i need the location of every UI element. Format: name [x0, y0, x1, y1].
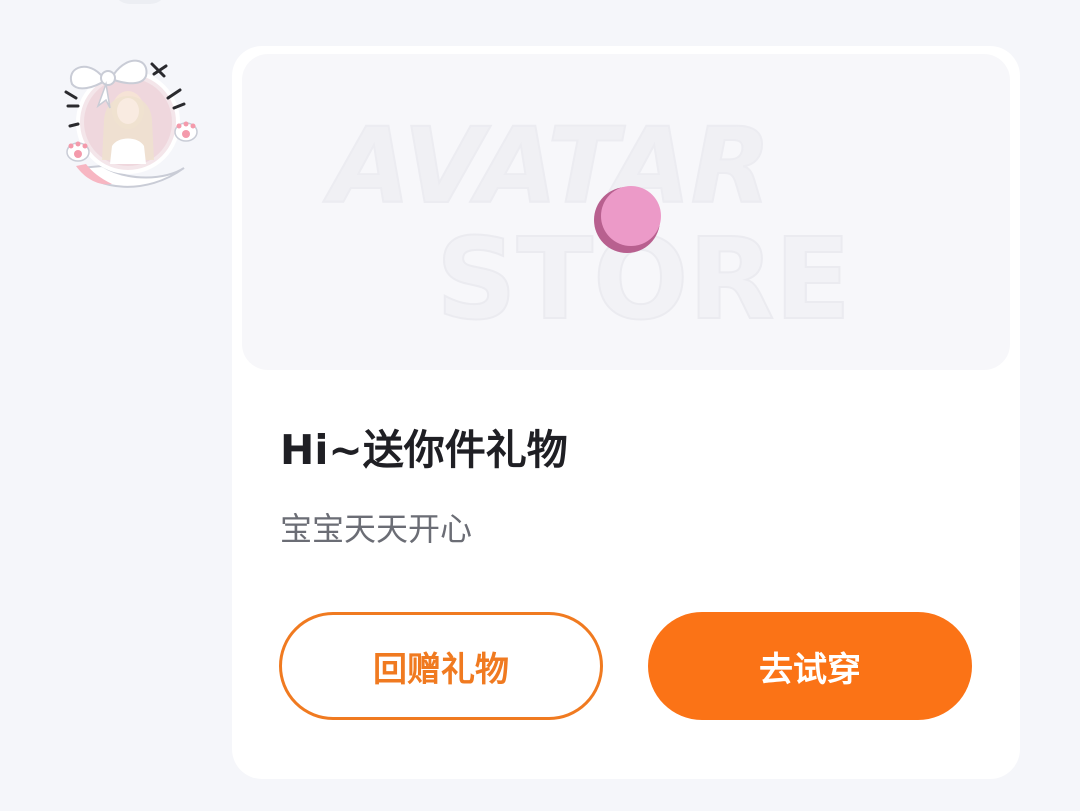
try-on-button[interactable]: 去试穿: [648, 612, 972, 720]
banner-graphic: AVATAR STORE: [322, 104, 852, 346]
chat-page: AVATAR STORE Hi~送你件礼物 宝宝天天开心 回赠礼物 去试穿: [0, 0, 1080, 811]
gift-title: Hi~送你件礼物: [280, 426, 568, 474]
sender-avatar[interactable]: [56, 40, 206, 198]
gift-subtitle: 宝宝天天开心: [280, 510, 473, 548]
banner-watermark-line1: AVATAR: [323, 105, 771, 227]
avatar-store-banner: AVATAR STORE: [242, 54, 1010, 370]
gift-message-card[interactable]: AVATAR STORE Hi~送你件礼物 宝宝天天开心 回赠礼物 去试穿: [232, 46, 1020, 779]
avatar-frame-icon: [64, 59, 198, 188]
return-gift-button[interactable]: 回赠礼物: [279, 612, 603, 720]
previous-message-fragment: [112, 0, 168, 4]
